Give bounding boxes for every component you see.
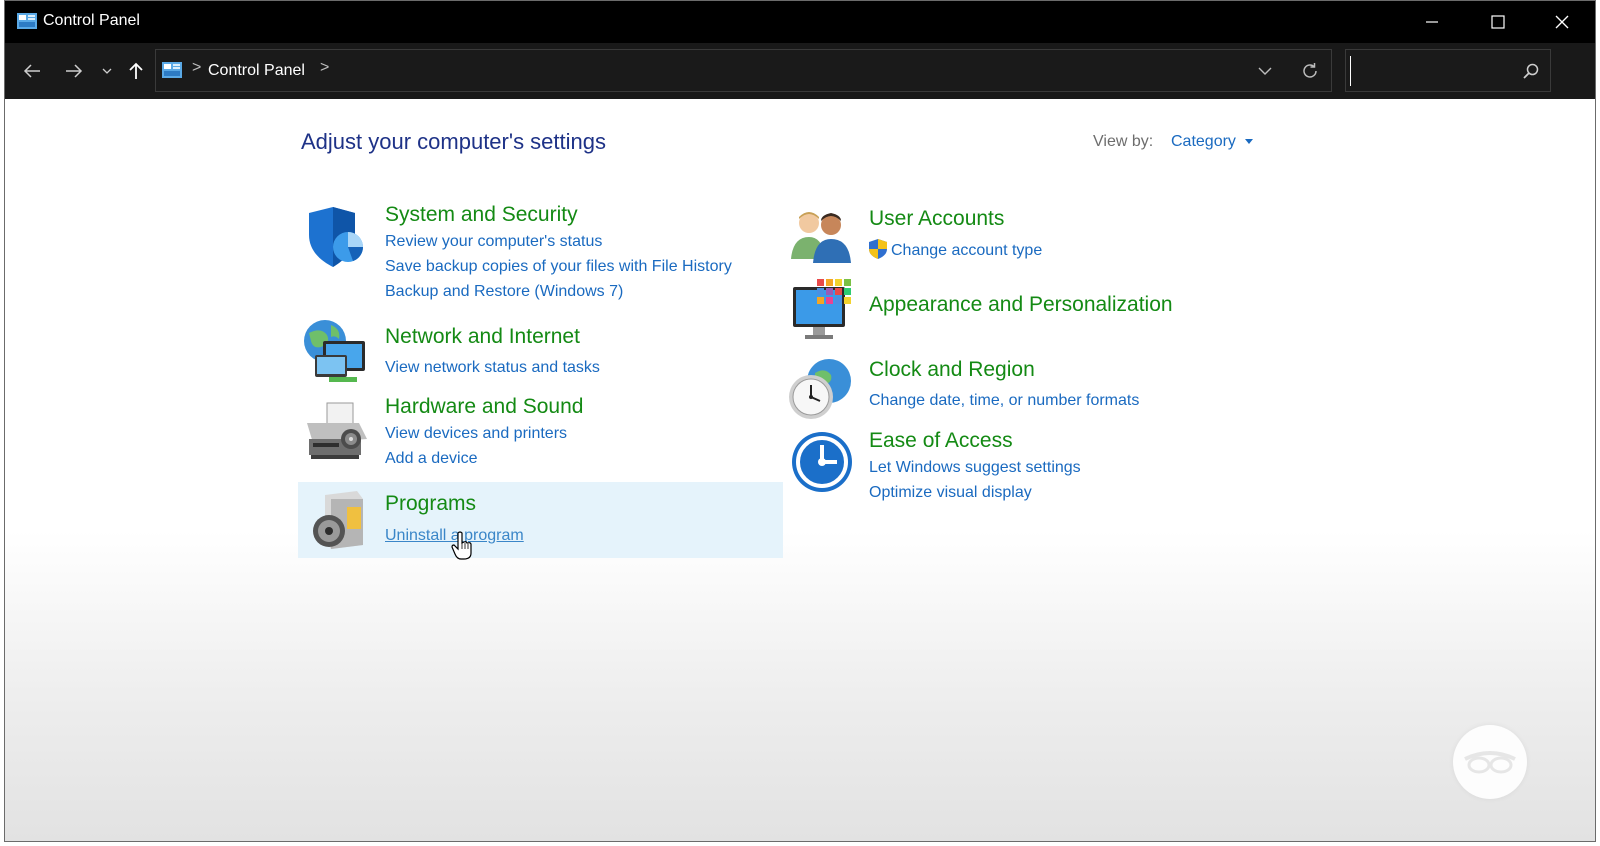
link-network-status[interactable]: View network status and tasks [385,359,600,377]
arrow-left-icon [23,64,40,78]
maximize-icon [1491,15,1505,29]
hand-cursor-icon [451,531,472,560]
category-programs[interactable]: Programs [385,492,476,516]
up-button[interactable] [123,57,149,85]
link-file-history[interactable]: Save backup copies of your files with Fi… [385,258,732,276]
category-clock-and-region[interactable]: Clock and Region [869,358,1035,382]
category-system-and-security[interactable]: System and Security [385,203,578,227]
link-review-status[interactable]: Review your computer's status [385,233,602,251]
maximize-button[interactable] [1465,1,1531,43]
category-appearance-and-personalization[interactable]: Appearance and Personalization [869,293,1173,317]
category-user-accounts[interactable]: User Accounts [869,207,1004,231]
category-hardware-and-sound[interactable]: Hardware and Sound [385,395,583,419]
control-panel-app-icon [17,13,37,29]
category-ease-of-access[interactable]: Ease of Access [869,429,1013,453]
search-box[interactable] [1345,49,1551,92]
glasses-logo-icon [1464,751,1516,774]
control-panel-icon [162,62,182,78]
refresh-icon[interactable] [1299,60,1321,82]
link-change-account-type[interactable]: Change account type [891,242,1042,260]
shield-icon[interactable] [303,205,367,269]
close-icon [1555,15,1569,29]
view-by-dropdown[interactable]: Category [1171,133,1236,151]
programs-hover-highlight [298,482,783,558]
search-icon[interactable] [1522,62,1540,80]
navigation-bar: > Control Panel > [5,43,1595,99]
clock-globe-icon[interactable] [787,357,855,421]
uac-shield-icon [869,239,887,259]
title-bar: Control Panel [5,1,1595,43]
arrow-up-icon [129,62,143,79]
back-button[interactable] [17,57,47,85]
printer-icon[interactable] [303,401,371,463]
programs-disc-icon[interactable] [311,491,367,551]
recent-locations-button[interactable] [97,57,117,85]
users-icon[interactable] [789,209,853,263]
link-add-device[interactable]: Add a device [385,450,478,468]
globe-network-icon[interactable] [301,319,369,385]
search-input[interactable] [1350,56,1510,86]
window-title: Control Panel [43,12,140,29]
arrow-right-icon [66,64,83,78]
chevron-down-icon [102,68,112,74]
minimize-icon [1426,21,1438,23]
caret-down-icon[interactable] [1245,139,1253,144]
monitor-palette-icon[interactable] [791,279,855,341]
breadcrumb-separator[interactable]: > [192,59,201,77]
minimize-button[interactable] [1399,1,1465,43]
chevron-down-icon[interactable] [1255,61,1275,81]
page-title: Adjust your computer's settings [301,129,607,154]
watermark-logo [1453,725,1527,799]
link-backup-restore[interactable]: Backup and Restore (Windows 7) [385,283,623,301]
link-devices-printers[interactable]: View devices and printers [385,425,567,443]
content-area: Adjust your computer's settings View by:… [5,99,1595,841]
breadcrumb-separator[interactable]: > [320,59,329,77]
control-panel-window: Control Panel > Control Panel > Adjust y… [4,0,1596,842]
category-network-and-internet[interactable]: Network and Internet [385,325,580,349]
link-windows-suggest[interactable]: Let Windows suggest settings [869,459,1081,477]
ease-of-access-icon[interactable] [791,431,853,493]
forward-button[interactable] [59,57,89,85]
close-button[interactable] [1529,1,1595,43]
breadcrumb-control-panel[interactable]: Control Panel [208,62,305,80]
link-change-date-formats[interactable]: Change date, time, or number formats [869,392,1139,410]
view-by-label: View by: [1093,133,1154,150]
address-bar[interactable]: > Control Panel > [155,49,1332,92]
link-optimize-display[interactable]: Optimize visual display [869,484,1032,502]
